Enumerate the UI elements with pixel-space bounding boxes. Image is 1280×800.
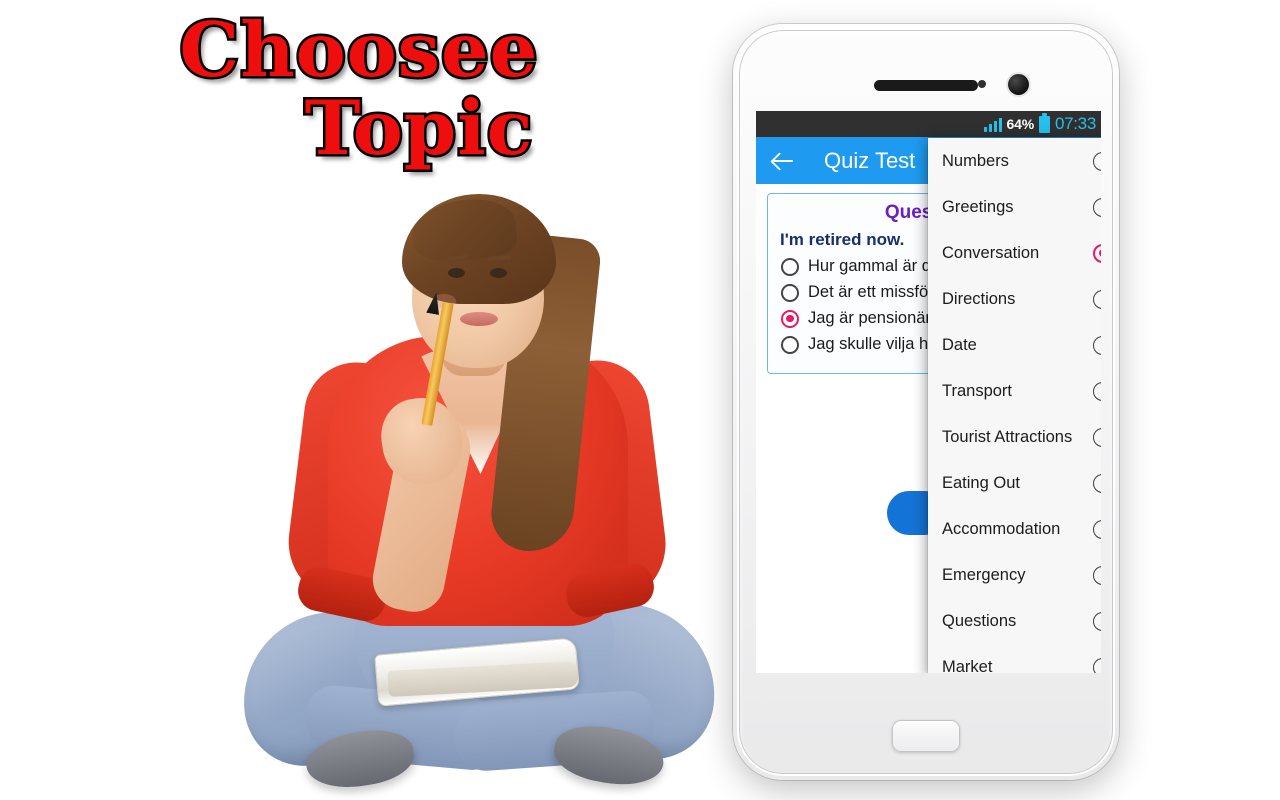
proximity-sensor-icon <box>978 80 986 88</box>
topic-list-item[interactable]: Transport <box>928 368 1101 414</box>
topic-label: Numbers <box>942 151 1009 170</box>
topic-label: Emergency <box>942 565 1026 584</box>
topic-label: Accommodation <box>942 519 1061 538</box>
topic-list-item[interactable]: Eating Out <box>928 460 1101 506</box>
radio-selected-icon[interactable] <box>781 309 799 328</box>
radio-unselected-icon[interactable] <box>1093 427 1101 447</box>
phone-mockup: 64% 07:33 Quiz Test Question I'm retired… <box>733 24 1119 780</box>
topic-label: Conversation <box>942 243 1040 262</box>
topic-label: Market <box>942 657 993 674</box>
promo-screenshot: Choosee Topic 64% 07:33 Quiz Test Questi… <box>0 0 1280 800</box>
topic-label: Greetings <box>942 197 1014 216</box>
topic-list-item[interactable]: Market <box>928 644 1101 673</box>
topic-list-item[interactable]: Numbers <box>928 138 1101 184</box>
topic-label: Tourist Attractions <box>942 427 1073 446</box>
topic-list-item[interactable]: Date <box>928 322 1101 368</box>
battery-icon <box>1038 112 1050 133</box>
eye-left <box>448 268 465 278</box>
topic-list-item[interactable]: Emergency <box>928 552 1101 598</box>
topic-list-item[interactable]: Greetings <box>928 184 1101 230</box>
topic-list-item[interactable]: Questions <box>928 598 1101 644</box>
battery-percent-label: 64% <box>1006 116 1035 132</box>
radio-unselected-icon[interactable] <box>1093 381 1101 401</box>
topic-label: Date <box>942 335 977 354</box>
topic-label: Transport <box>942 381 1012 400</box>
topic-selection-dialog: Numbers Greetings Conversation Directions Da… <box>928 138 1101 673</box>
signal-bars-icon <box>983 117 1002 132</box>
topic-label: Directions <box>942 289 1016 308</box>
topic-label: Questions <box>942 611 1017 630</box>
status-clock: 07:33 <box>1054 114 1096 133</box>
home-button[interactable] <box>892 720 960 752</box>
back-arrow-icon[interactable] <box>770 148 796 174</box>
radio-unselected-icon[interactable] <box>781 335 799 354</box>
radio-unselected-icon[interactable] <box>1093 657 1101 673</box>
earpiece-speaker <box>874 80 978 91</box>
radio-unselected-icon[interactable] <box>781 257 799 276</box>
topic-list: Numbers Greetings Conversation Directions Da… <box>928 138 1101 673</box>
topic-list-item[interactable]: Accommodation <box>928 506 1101 552</box>
topic-list-item[interactable]: Directions <box>928 276 1101 322</box>
radio-unselected-icon[interactable] <box>1093 519 1101 539</box>
radio-unselected-icon[interactable] <box>1093 473 1101 493</box>
radio-unselected-icon[interactable] <box>781 283 799 302</box>
topic-list-item[interactable]: Conversation <box>928 230 1101 276</box>
radio-unselected-icon[interactable] <box>1093 289 1101 309</box>
promo-title-line-2: Topic <box>302 84 535 172</box>
radio-unselected-icon[interactable] <box>1093 565 1101 585</box>
app-bar-title: Quiz Test <box>824 147 916 173</box>
lips <box>460 312 498 326</box>
phone-screen: 64% 07:33 Quiz Test Question I'm retired… <box>756 111 1101 673</box>
front-camera-icon <box>1008 74 1029 95</box>
promo-title: Choosee Topic <box>0 6 718 172</box>
radio-unselected-icon[interactable] <box>1093 611 1101 631</box>
radio-unselected-icon[interactable] <box>1093 335 1101 355</box>
radio-unselected-icon[interactable] <box>1093 151 1101 171</box>
status-bar: 64% 07:33 <box>756 111 1101 137</box>
topic-list-item[interactable]: Tourist Attractions <box>928 414 1101 460</box>
radio-selected-icon[interactable] <box>1093 243 1101 263</box>
thinking-woman-photo <box>233 176 726 800</box>
promo-title-line-1: Choosee <box>177 6 540 94</box>
radio-unselected-icon[interactable] <box>1093 197 1101 217</box>
eye-right <box>490 268 507 278</box>
topic-label: Eating Out <box>942 473 1020 492</box>
